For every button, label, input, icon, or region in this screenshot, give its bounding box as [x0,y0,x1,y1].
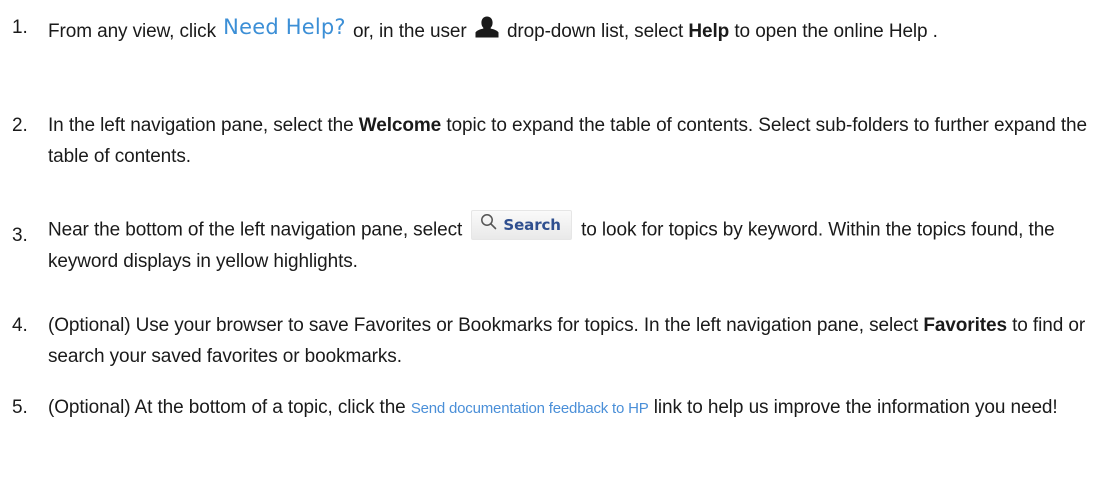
help-steps-list: 1. From any view, click Need Help? or, i… [0,0,1109,487]
step-1: 1. From any view, click Need Help? or, i… [0,12,1100,47]
feedback-link[interactable]: Send documentation feedback to HP [411,400,649,417]
step-text-part: link to help us improve the information … [653,397,1058,418]
need-help-link[interactable]: Need Help? [221,15,348,39]
step-2: 2. In the left navigation pane, select t… [0,110,1100,172]
step-3: 3. Near the bottom of the left navigatio… [0,210,1100,277]
step-text: Near the bottom of the left navigation p… [48,210,1100,277]
step-text-part: In the left navigation pane, select the [48,115,354,136]
step-4: 4. (Optional) Use your browser to save F… [0,310,1100,372]
step-text: (Optional) Use your browser to save Favo… [48,310,1100,372]
step-text-part: to open the online Help . [734,21,938,42]
step-text-part: drop-down list, select [506,21,684,42]
step-text-part: From any view, click [48,21,216,42]
step-text: (Optional) At the bottom of a topic, cli… [48,392,1100,424]
step-number: 4. [12,315,28,336]
step-number: 5. [12,397,28,418]
step-number: 2. [12,115,28,136]
search-icon [480,210,497,241]
step-5: 5. (Optional) At the bottom of a topic, … [0,392,1100,424]
user-icon [474,15,500,39]
step-text-part: (Optional) Use your browser to save Favo… [48,315,919,336]
search-button-label: Search [503,215,561,234]
welcome-topic-name: Welcome [358,115,442,136]
step-number: 3. [12,225,28,246]
step-text-part: (Optional) At the bottom of a topic, cli… [48,397,406,418]
search-button[interactable]: Search [471,210,572,241]
step-text: In the left navigation pane, select the … [48,110,1100,172]
step-text-part: or, in the user [352,21,467,42]
step-number: 1. [12,17,28,38]
step-text-part: Near the bottom of the left navigation p… [48,219,463,241]
favorites-tab-name: Favorites [923,315,1007,336]
help-menu-item-name: Help [688,21,730,42]
step-text: From any view, click Need Help? or, in t… [48,12,1100,47]
